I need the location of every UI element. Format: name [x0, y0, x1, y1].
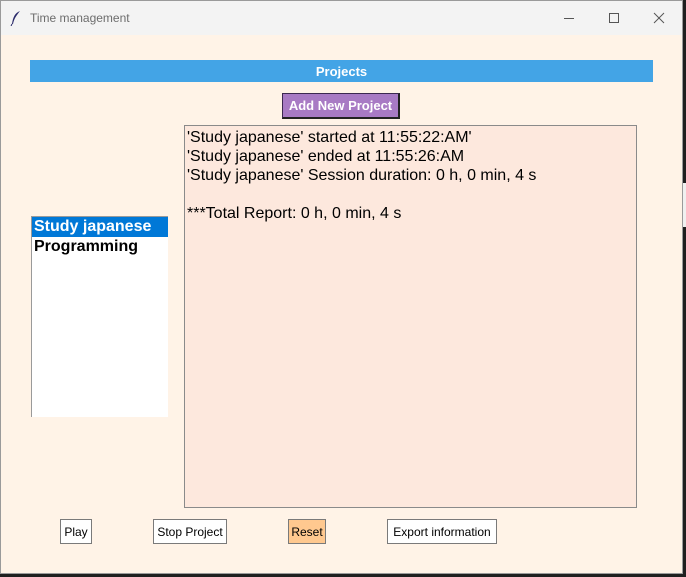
list-item-programming[interactable]: Programming [32, 237, 168, 257]
stop-project-button[interactable]: Stop Project [153, 519, 227, 544]
log-line: 'Study japanese' started at 11:55:22:AM' [187, 129, 472, 146]
title-bar[interactable]: Time management [1, 1, 682, 35]
app-window: Time management Projects Add New Project… [0, 0, 683, 574]
session-log-textarea[interactable]: 'Study japanese' started at 11:55:22:AM'… [184, 125, 637, 508]
play-button[interactable]: Play [60, 519, 92, 544]
feather-icon [10, 11, 20, 26]
minimize-icon [564, 18, 574, 19]
projects-header: Projects [30, 60, 653, 82]
minimize-button[interactable] [558, 8, 580, 28]
list-item-study-japanese[interactable]: Study japanese [32, 217, 168, 237]
close-icon [653, 12, 665, 24]
log-line: ***Total Report: 0 h, 0 min, 4 s [187, 205, 402, 222]
maximize-icon [609, 13, 619, 23]
add-new-project-button[interactable]: Add New Project [282, 93, 400, 119]
project-list[interactable]: Study japanese Programming [31, 216, 168, 417]
log-line: 'Study japanese' ended at 11:55:26:AM [187, 148, 465, 165]
window-title: Time management [30, 11, 130, 25]
export-information-button[interactable]: Export information [387, 519, 497, 544]
close-button[interactable] [648, 8, 670, 28]
log-line: 'Study japanese' Session duration: 0 h, … [187, 167, 537, 184]
maximize-button[interactable] [603, 8, 625, 28]
reset-button[interactable]: Reset [288, 519, 326, 544]
